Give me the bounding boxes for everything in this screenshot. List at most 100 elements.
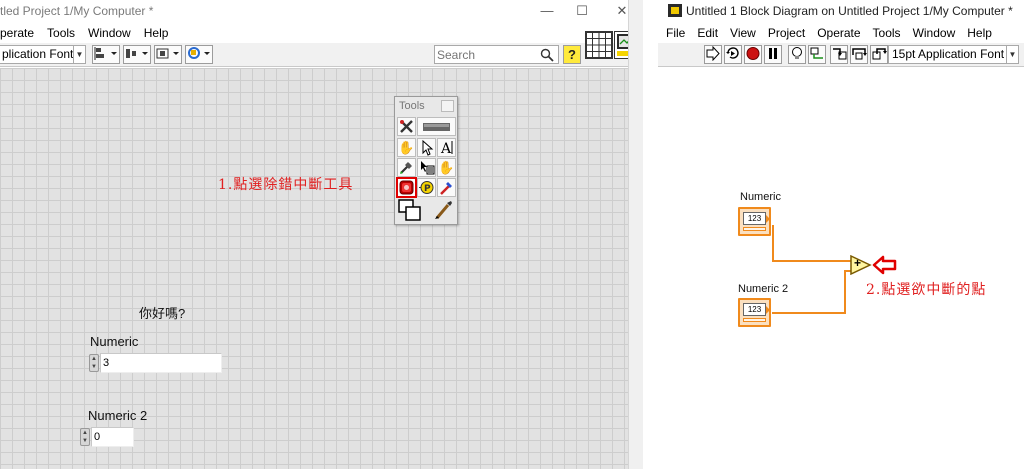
desktop-gap bbox=[643, 0, 658, 469]
bd-numeric1-type bbox=[743, 227, 766, 231]
connector-pane-icon bbox=[586, 32, 612, 58]
bd-numeric1-label: Numeric bbox=[740, 191, 781, 203]
chevron-down-icon: ▼ bbox=[73, 46, 85, 63]
retain-wire-values-button[interactable] bbox=[808, 45, 826, 64]
resize-objects-button[interactable] bbox=[154, 45, 182, 64]
lightbulb-icon bbox=[792, 47, 802, 59]
connector-pane[interactable] bbox=[585, 31, 613, 59]
bd-font-select[interactable]: 15pt Application Font ▼ bbox=[888, 45, 1019, 64]
block-diagram-window: Untitled 1 Block Diagram on Untitled Pro… bbox=[658, 0, 1024, 469]
annotation-step2: 2.點選欲中斷的點 bbox=[866, 282, 987, 298]
font-select[interactable]: plication Font ▼ bbox=[0, 45, 86, 64]
align-objects-button[interactable] bbox=[92, 45, 120, 64]
wire-numeric2-horizontal[interactable] bbox=[772, 312, 846, 314]
object-shortcut-menu-tool-icon[interactable] bbox=[417, 158, 436, 177]
auto-select-led-icon[interactable] bbox=[417, 117, 456, 136]
wire-numeric2-vertical[interactable] bbox=[844, 270, 846, 314]
maximize-button[interactable]: ☐ bbox=[562, 0, 602, 23]
set-clear-breakpoint-tool-icon[interactable] bbox=[396, 177, 417, 198]
menu-edit[interactable]: Edit bbox=[697, 23, 718, 43]
red-arrow-icon bbox=[872, 255, 898, 275]
position-size-select-tool-icon[interactable] bbox=[417, 138, 436, 157]
retain-wire-values-icon bbox=[810, 47, 823, 59]
tools-palette-close-button[interactable] bbox=[441, 100, 454, 112]
distribute-icon bbox=[126, 49, 148, 58]
run-continuously-button[interactable] bbox=[724, 45, 742, 64]
numeric1-control[interactable]: ▲ ▼ 3 bbox=[89, 353, 222, 373]
bd-numeric2-label: Numeric 2 bbox=[738, 283, 789, 295]
numeric1-value[interactable]: 3 bbox=[100, 353, 222, 373]
menu-window[interactable]: Window bbox=[88, 23, 131, 43]
tools-palette-title-text: Tools bbox=[399, 100, 425, 112]
step-out-button[interactable] bbox=[870, 45, 888, 64]
front-panel-toolbar: plication Font ▼ ? bbox=[0, 43, 643, 67]
connect-wire-tool-icon[interactable] bbox=[397, 158, 416, 177]
add-function-node[interactable]: + bbox=[850, 254, 872, 276]
menu-file[interactable]: File bbox=[666, 23, 685, 43]
output-arrow-icon bbox=[766, 306, 770, 314]
labview-app-icon bbox=[668, 4, 682, 17]
numeric2-value[interactable]: 0 bbox=[91, 427, 134, 447]
pause-button[interactable] bbox=[764, 45, 782, 64]
chevron-down-icon: ▼ bbox=[1006, 46, 1018, 63]
step-over-button[interactable] bbox=[850, 45, 868, 64]
run-continuously-icon bbox=[726, 47, 739, 59]
context-help-button[interactable]: ? bbox=[563, 45, 581, 64]
greeting-label: 你好嗎? bbox=[139, 306, 186, 321]
numeric1-increment-decrement[interactable]: ▲ ▼ bbox=[89, 354, 99, 372]
step-into-button[interactable] bbox=[830, 45, 848, 64]
bd-numeric1-glyph: 123 bbox=[743, 212, 766, 225]
abort-button[interactable] bbox=[744, 45, 762, 64]
tools-palette-title: Tools bbox=[395, 97, 457, 115]
abort-icon bbox=[746, 47, 760, 60]
menu-help[interactable]: Help bbox=[144, 23, 169, 43]
menu-view[interactable]: View bbox=[730, 23, 756, 43]
probe-data-tool-icon[interactable]: P bbox=[417, 178, 436, 197]
font-select-value: plication Font bbox=[2, 47, 74, 61]
wire-numeric1-horizontal[interactable] bbox=[772, 260, 851, 262]
numeric1-label: Numeric bbox=[90, 334, 139, 349]
operate-value-tool-icon[interactable]: ✋ bbox=[397, 138, 416, 157]
bd-numeric2-terminal[interactable]: 123 bbox=[738, 298, 771, 327]
automatic-tool-icon[interactable] bbox=[397, 117, 416, 136]
minimize-button[interactable]: — bbox=[527, 0, 567, 23]
front-panel-window: tled Project 1/My Computer * — ☐ ✕ perat… bbox=[0, 0, 643, 469]
set-color-tool-icon[interactable] bbox=[398, 199, 436, 223]
run-button[interactable] bbox=[704, 45, 722, 64]
wire-numeric1-vertical[interactable] bbox=[772, 225, 774, 261]
menu-operate[interactable]: perate bbox=[0, 23, 34, 43]
menu-operate[interactable]: Operate bbox=[817, 23, 860, 43]
front-panel-title: tled Project 1/My Computer * bbox=[0, 4, 154, 18]
search-box[interactable] bbox=[434, 45, 559, 64]
bd-numeric2-glyph: 123 bbox=[743, 303, 766, 316]
block-diagram-canvas[interactable] bbox=[658, 68, 1024, 469]
distribute-objects-button[interactable] bbox=[123, 45, 151, 64]
front-panel-menubar: perate Tools Window Help bbox=[0, 23, 182, 43]
reorder-button[interactable] bbox=[185, 45, 213, 64]
paintbrush-icon bbox=[433, 199, 455, 221]
search-icon bbox=[540, 48, 554, 62]
pause-icon bbox=[769, 48, 777, 59]
numeric2-increment-decrement[interactable]: ▲ ▼ bbox=[80, 428, 90, 446]
menu-tools[interactable]: Tools bbox=[47, 23, 75, 43]
numeric2-control[interactable]: ▲ ▼ 0 bbox=[80, 427, 134, 447]
bd-font-select-value: 15pt Application Font bbox=[892, 47, 1005, 61]
search-input[interactable] bbox=[435, 46, 527, 63]
svg-text:A: A bbox=[440, 141, 452, 156]
reorder-icon bbox=[188, 47, 210, 59]
front-panel-scrollbar[interactable] bbox=[628, 0, 643, 469]
get-color-tool-icon[interactable] bbox=[437, 178, 456, 197]
highlight-execution-button[interactable] bbox=[788, 45, 806, 64]
menu-help[interactable]: Help bbox=[967, 23, 992, 43]
menu-project[interactable]: Project bbox=[768, 23, 805, 43]
menu-window[interactable]: Window bbox=[913, 23, 956, 43]
annotation-step1: 1.點選除錯中斷工具 bbox=[218, 177, 354, 193]
run-arrow-icon bbox=[706, 45, 720, 62]
menu-tools[interactable]: Tools bbox=[873, 23, 901, 43]
block-diagram-toolbar: 15pt Application Font ▼ bbox=[658, 43, 1024, 67]
bd-numeric1-terminal[interactable]: 123 bbox=[738, 207, 771, 236]
edit-text-tool-icon[interactable]: A bbox=[437, 138, 456, 157]
resize-icon bbox=[156, 48, 179, 59]
scroll-window-tool-icon[interactable]: ✋ bbox=[437, 158, 456, 177]
block-diagram-titlebar: Untitled 1 Block Diagram on Untitled Pro… bbox=[658, 0, 1024, 23]
